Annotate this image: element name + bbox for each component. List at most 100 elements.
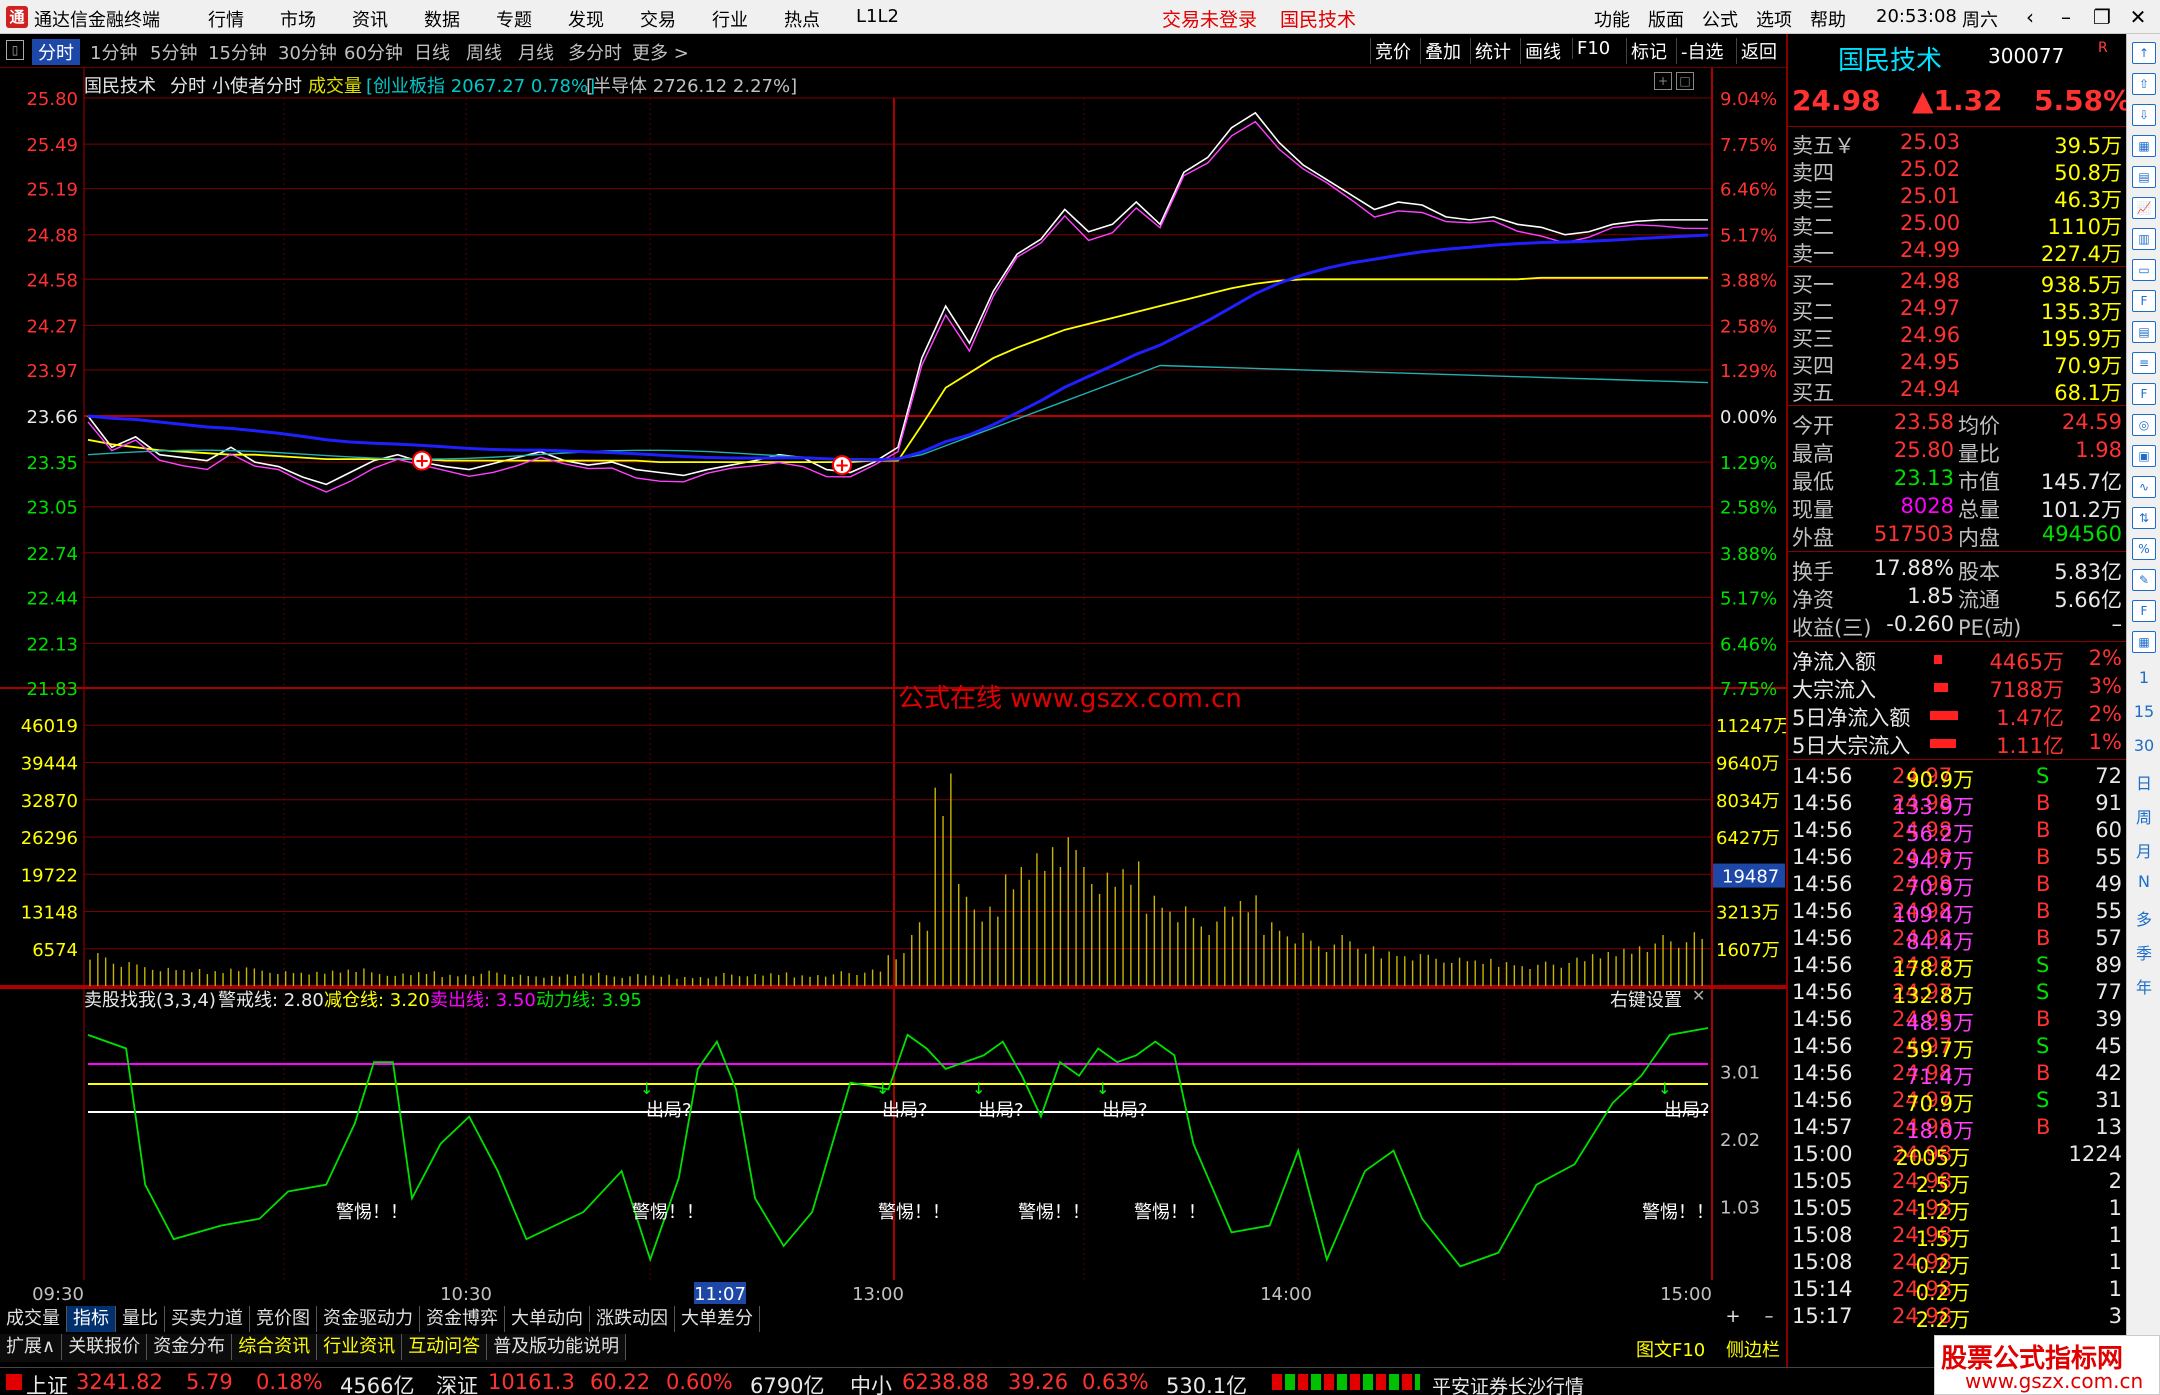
toolbar-button[interactable]: 叠加 bbox=[1420, 38, 1465, 64]
percent-icon[interactable]: % bbox=[2132, 538, 2156, 560]
bid-row[interactable]: 买五 24.94 68.1万 bbox=[1788, 377, 2128, 405]
toolbar-button[interactable]: 标记 bbox=[1626, 38, 1671, 64]
zx-name[interactable]: 中小 bbox=[850, 1370, 892, 1395]
bottom-tab-ext[interactable]: 行业资讯 bbox=[317, 1334, 403, 1360]
bottom-tab[interactable]: 成交量 bbox=[0, 1306, 67, 1332]
wave-icon[interactable]: ∿ bbox=[2132, 476, 2156, 498]
ask-row[interactable]: 卖二 25.00 1110万 bbox=[1788, 211, 2128, 239]
bottom-tab-ext[interactable]: 普及版功能说明 bbox=[487, 1334, 627, 1360]
period-tab[interactable]: 15分钟 bbox=[208, 39, 267, 65]
arrow-up-outline-icon[interactable]: ⇧ bbox=[2132, 73, 2156, 95]
ask-row[interactable]: 卖四 25.02 50.8万 bbox=[1788, 157, 2128, 185]
period-shortcut[interactable]: 1 bbox=[2127, 668, 2160, 687]
period-tab[interactable]: 周线 bbox=[466, 39, 502, 65]
fs2-icon[interactable]: F bbox=[2132, 600, 2156, 622]
period-tab[interactable]: 1分钟 bbox=[90, 39, 137, 65]
bottom-tab[interactable]: 涨跌动因 bbox=[590, 1306, 675, 1332]
bottom-tab-ext[interactable]: 互动问答 bbox=[402, 1334, 488, 1360]
bid-row[interactable]: 买三 24.96 195.9万 bbox=[1788, 323, 2128, 351]
fs-icon[interactable]: F bbox=[2132, 383, 2156, 405]
panel-toggle-icon[interactable]: ▯ bbox=[6, 40, 24, 60]
bottom-tab-ext[interactable]: 扩展∧ bbox=[0, 1334, 63, 1360]
bottom-tab[interactable]: 大单动向 bbox=[505, 1306, 590, 1332]
period-tab[interactable]: 月线 bbox=[518, 39, 554, 65]
compare-icon[interactable]: ⇅ bbox=[2132, 507, 2156, 529]
trade-login-status[interactable]: 交易未登录 bbox=[1162, 5, 1257, 32]
period-shortcut[interactable]: 月 bbox=[2127, 838, 2160, 862]
menu-item-right[interactable]: 公式 bbox=[1702, 6, 1738, 32]
menu-item[interactable]: 专题 bbox=[496, 6, 532, 32]
f10-button[interactable]: 图文F10 bbox=[1636, 1336, 1705, 1362]
doc-icon[interactable]: ▭ bbox=[2132, 259, 2156, 281]
minimize-icon[interactable]: – bbox=[2046, 2, 2086, 32]
toolbar-button[interactable]: 统计 bbox=[1470, 38, 1515, 64]
period-tab[interactable]: 30分钟 bbox=[278, 39, 337, 65]
period-shortcut[interactable]: N bbox=[2127, 872, 2160, 891]
bottom-tab[interactable]: 资金驱动力 bbox=[317, 1306, 420, 1332]
ask-row[interactable]: 卖三 25.01 46.3万 bbox=[1788, 184, 2128, 212]
restore-icon[interactable]: ❐ bbox=[2082, 2, 2122, 32]
toolbar-button[interactable]: F10 bbox=[1572, 38, 1614, 59]
circle-icon[interactable]: ◎ bbox=[2132, 414, 2156, 436]
add-tab-icon[interactable]: + bbox=[1716, 1306, 1750, 1327]
toolbar-button[interactable]: 返回 bbox=[1736, 38, 1781, 64]
bid-row[interactable]: 买一 24.98 938.5万 bbox=[1788, 269, 2128, 297]
period-tab[interactable]: 5分钟 bbox=[150, 39, 197, 65]
chart-icon[interactable]: ▦ bbox=[2132, 135, 2156, 157]
bottom-tab[interactable]: 量比 bbox=[116, 1306, 165, 1332]
bid-row[interactable]: 买二 24.97 135.3万 bbox=[1788, 296, 2128, 324]
period-shortcut[interactable]: 日 bbox=[2127, 770, 2160, 794]
period-tab[interactable]: 多分时 bbox=[568, 39, 622, 65]
menu-item[interactable]: 资讯 bbox=[352, 6, 388, 32]
bars-icon[interactable]: ▥ bbox=[2132, 228, 2156, 250]
menu-item[interactable]: 行业 bbox=[712, 6, 748, 32]
grid-icon[interactable]: ▤ bbox=[2132, 166, 2156, 188]
f10-icon[interactable]: F bbox=[2132, 290, 2156, 312]
period-tab[interactable]: 日线 bbox=[414, 39, 450, 65]
menu-item[interactable]: 发现 bbox=[568, 6, 604, 32]
menu-item-right[interactable]: 功能 bbox=[1594, 6, 1630, 32]
bottom-tab-ext[interactable]: 资金分布 bbox=[147, 1334, 233, 1360]
remove-tab-icon[interactable]: – bbox=[1752, 1306, 1786, 1327]
period-tab[interactable]: 60分钟 bbox=[344, 39, 403, 65]
ask-row[interactable]: 卖一 24.99 227.4万 bbox=[1788, 238, 2128, 266]
bottom-tab[interactable]: 资金博弈 bbox=[420, 1306, 505, 1332]
arrow-up-icon[interactable]: ↑ bbox=[2132, 42, 2156, 64]
menu-item[interactable]: 热点 bbox=[784, 6, 820, 32]
close-icon[interactable]: ✕ bbox=[2118, 2, 2158, 32]
ask-row[interactable]: 卖五￥ 25.03 39.5万 bbox=[1788, 130, 2128, 158]
intraday-chart[interactable]: 25.80 25.49 25.19 24.88 24.58 24.27 23.97 23.66… bbox=[0, 68, 1786, 1305]
menu-item-right[interactable]: 选项 bbox=[1756, 6, 1792, 32]
bottom-tab[interactable]: 竞价图 bbox=[250, 1306, 317, 1332]
close-sub-icon[interactable]: ✕ bbox=[1692, 986, 1705, 1005]
layers-icon[interactable]: ▣ bbox=[2132, 445, 2156, 467]
sub-indicator-name[interactable]: 卖股找我(3,3,4) bbox=[84, 986, 216, 1012]
arrow-down-icon[interactable]: ⇩ bbox=[2132, 104, 2156, 126]
period-shortcut[interactable]: 30 bbox=[2127, 736, 2160, 755]
period-shortcut[interactable]: 15 bbox=[2127, 702, 2160, 721]
sh-name[interactable]: 上证 bbox=[26, 1370, 68, 1395]
menu-item[interactable]: 交易 bbox=[640, 6, 676, 32]
back-icon[interactable]: ‹ bbox=[2010, 2, 2050, 32]
menu-item-right[interactable]: 版面 bbox=[1648, 6, 1684, 32]
sz-name[interactable]: 深证 bbox=[436, 1370, 478, 1395]
period-shortcut[interactable]: 季 bbox=[2127, 940, 2160, 964]
toolbar-button[interactable]: -自选 bbox=[1676, 38, 1728, 64]
calendar-icon[interactable]: ▦ bbox=[2132, 631, 2156, 653]
menu-item-right[interactable]: 帮助 bbox=[1810, 6, 1846, 32]
period-shortcut[interactable]: 年 bbox=[2127, 974, 2160, 998]
period-tab[interactable]: 分时 bbox=[32, 39, 80, 65]
menu-item[interactable]: 数据 bbox=[424, 6, 460, 32]
zoom-in-icon[interactable]: + bbox=[1654, 72, 1672, 90]
period-shortcut[interactable]: 多 bbox=[2127, 906, 2160, 930]
bottom-tab[interactable]: 大单差分 bbox=[675, 1306, 760, 1332]
menu-item[interactable]: 市场 bbox=[280, 6, 316, 32]
right-click-settings[interactable]: 右键设置 bbox=[1610, 986, 1682, 1012]
table-icon[interactable]: ≡ bbox=[2132, 352, 2156, 374]
bid-row[interactable]: 买四 24.95 70.9万 bbox=[1788, 350, 2128, 378]
toolbar-button[interactable]: 竞价 bbox=[1370, 38, 1415, 64]
bottom-tab-ext[interactable]: 关联报价 bbox=[62, 1334, 148, 1360]
chart-indicator[interactable]: 小使者分时 bbox=[212, 72, 302, 98]
toolbar-button[interactable]: 画线 bbox=[1520, 38, 1565, 64]
list-icon[interactable]: ▤ bbox=[2132, 321, 2156, 343]
